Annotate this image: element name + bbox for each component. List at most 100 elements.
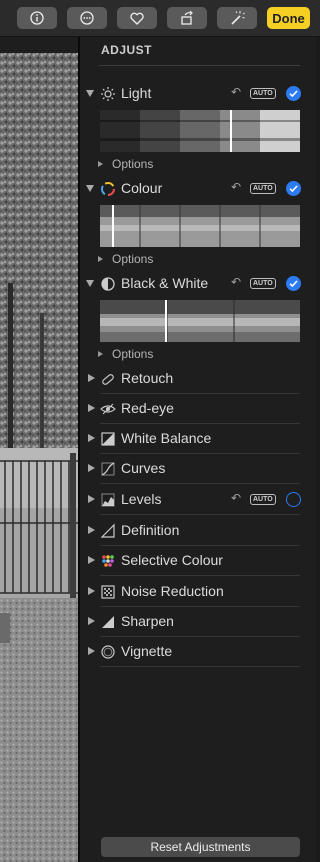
auto-button[interactable]: AUTO <box>250 88 276 99</box>
disclosure-down-icon[interactable] <box>86 185 94 192</box>
divider <box>100 423 300 424</box>
options-label: Options <box>112 347 154 361</box>
undo-icon[interactable]: ↶ <box>231 180 241 194</box>
heart-icon <box>130 12 144 25</box>
toolbar: Done <box>0 0 320 37</box>
photo-image <box>0 53 78 862</box>
info-icon <box>30 11 44 25</box>
section-label: Retouch <box>121 370 174 386</box>
divider <box>100 666 300 667</box>
info-button[interactable] <box>17 7 57 29</box>
auto-button[interactable]: AUTO <box>250 278 276 289</box>
options-label: Options <box>112 157 154 171</box>
vignette-icon <box>101 645 115 659</box>
auto-button[interactable]: AUTO <box>250 183 276 194</box>
divider <box>100 545 300 546</box>
section-black-white: Black & White ↶ AUTO Options <box>80 274 320 369</box>
curves-icon <box>101 462 115 476</box>
section-curves[interactable]: Curves <box>80 459 320 489</box>
section-red-eye[interactable]: Red-eye <box>80 399 320 429</box>
levels-icon <box>101 493 115 507</box>
photo-canvas <box>0 53 78 862</box>
magic-wand-icon <box>231 11 245 25</box>
undo-icon[interactable]: ↶ <box>231 275 241 289</box>
undo-icon[interactable]: ↶ <box>231 491 241 505</box>
section-label: Levels <box>121 491 162 507</box>
auto-button[interactable]: AUTO <box>250 494 276 505</box>
light-thumbnail-strip[interactable] <box>100 110 300 152</box>
divider <box>100 453 300 454</box>
white-balance-icon <box>101 432 115 446</box>
section-noise-reduction[interactable]: Noise Reduction <box>80 582 320 612</box>
section-label: Selective Colour <box>121 552 223 568</box>
section-colour: Colour ↶ AUTO Options <box>80 179 320 274</box>
disclosure-right-icon <box>98 256 103 262</box>
undo-icon[interactable]: ↶ <box>231 85 241 99</box>
section-sharpen[interactable]: Sharpen <box>80 612 320 642</box>
colour-thumbnail-strip[interactable] <box>100 205 300 247</box>
eye-icon <box>100 403 116 415</box>
disclosure-right-icon[interactable] <box>88 556 95 564</box>
section-selective-colour[interactable]: Selective Colour <box>80 551 320 581</box>
rotate-button[interactable] <box>167 7 207 29</box>
more-button[interactable] <box>67 7 107 29</box>
section-label: Light <box>121 85 152 101</box>
divider <box>100 483 300 484</box>
section-label: Red-eye <box>121 400 174 416</box>
favorite-button[interactable] <box>117 7 157 29</box>
section-definition[interactable]: Definition <box>80 521 320 551</box>
selective-colour-icon <box>102 555 114 567</box>
sharpen-icon <box>102 616 114 628</box>
section-label: Noise Reduction <box>121 583 224 599</box>
section-vignette[interactable]: Vignette <box>80 642 320 672</box>
divider <box>100 606 300 607</box>
section-colour-header[interactable]: Colour ↶ AUTO <box>80 179 320 199</box>
disabled-toggle-icon[interactable] <box>286 492 301 507</box>
disclosure-right-icon[interactable] <box>88 587 95 595</box>
disclosure-down-icon[interactable] <box>86 90 94 97</box>
enabled-checkmark-icon[interactable] <box>286 181 301 196</box>
section-label: Colour <box>121 180 163 196</box>
section-retouch[interactable]: Retouch <box>80 369 320 399</box>
section-black-white-header[interactable]: Black & White ↶ AUTO <box>80 274 320 294</box>
disclosure-right-icon[interactable] <box>88 526 95 534</box>
divider <box>100 575 300 576</box>
divider <box>100 514 300 515</box>
colour-wheel-icon <box>101 182 115 196</box>
black-white-thumbnail-strip[interactable] <box>100 300 300 342</box>
section-white-balance[interactable]: White Balance <box>80 429 320 459</box>
section-label: Curves <box>121 460 166 476</box>
disclosure-right-icon <box>98 161 103 167</box>
adjust-panel: ADJUST Light ↶ AUTO Options Colour ↶ AUT… <box>80 37 320 862</box>
section-levels[interactable]: Levels ↶ AUTO <box>80 490 320 520</box>
section-light-header[interactable]: Light ↶ AUTO <box>80 84 320 104</box>
section-label: White Balance <box>121 430 212 446</box>
more-icon <box>80 11 94 25</box>
reset-adjustments-button[interactable]: Reset Adjustments <box>101 837 300 857</box>
disclosure-right-icon[interactable] <box>88 404 95 412</box>
noise-reduction-icon <box>101 585 115 599</box>
done-button[interactable]: Done <box>267 7 310 29</box>
section-label: Vignette <box>121 643 173 659</box>
enhance-button[interactable] <box>217 7 257 29</box>
section-label: Definition <box>121 522 180 538</box>
disclosure-right-icon[interactable] <box>88 374 95 382</box>
disclosure-right-icon <box>98 351 103 357</box>
disclosure-right-icon[interactable] <box>88 495 95 503</box>
disclosure-right-icon[interactable] <box>88 617 95 625</box>
disclosure-right-icon[interactable] <box>88 647 95 655</box>
section-light: Light ↶ AUTO Options <box>80 84 320 179</box>
disclosure-down-icon[interactable] <box>86 280 94 287</box>
bandage-icon <box>102 374 114 385</box>
definition-icon <box>100 523 115 538</box>
options-label: Options <box>112 252 154 266</box>
scrollbar[interactable] <box>316 37 320 862</box>
divider <box>100 393 300 394</box>
enabled-checkmark-icon[interactable] <box>286 86 301 101</box>
enabled-checkmark-icon[interactable] <box>286 276 301 291</box>
disclosure-right-icon[interactable] <box>88 434 95 442</box>
disclosure-right-icon[interactable] <box>88 464 95 472</box>
rotate-icon <box>181 10 193 25</box>
panel-title: ADJUST <box>101 43 153 57</box>
divider <box>99 65 300 66</box>
